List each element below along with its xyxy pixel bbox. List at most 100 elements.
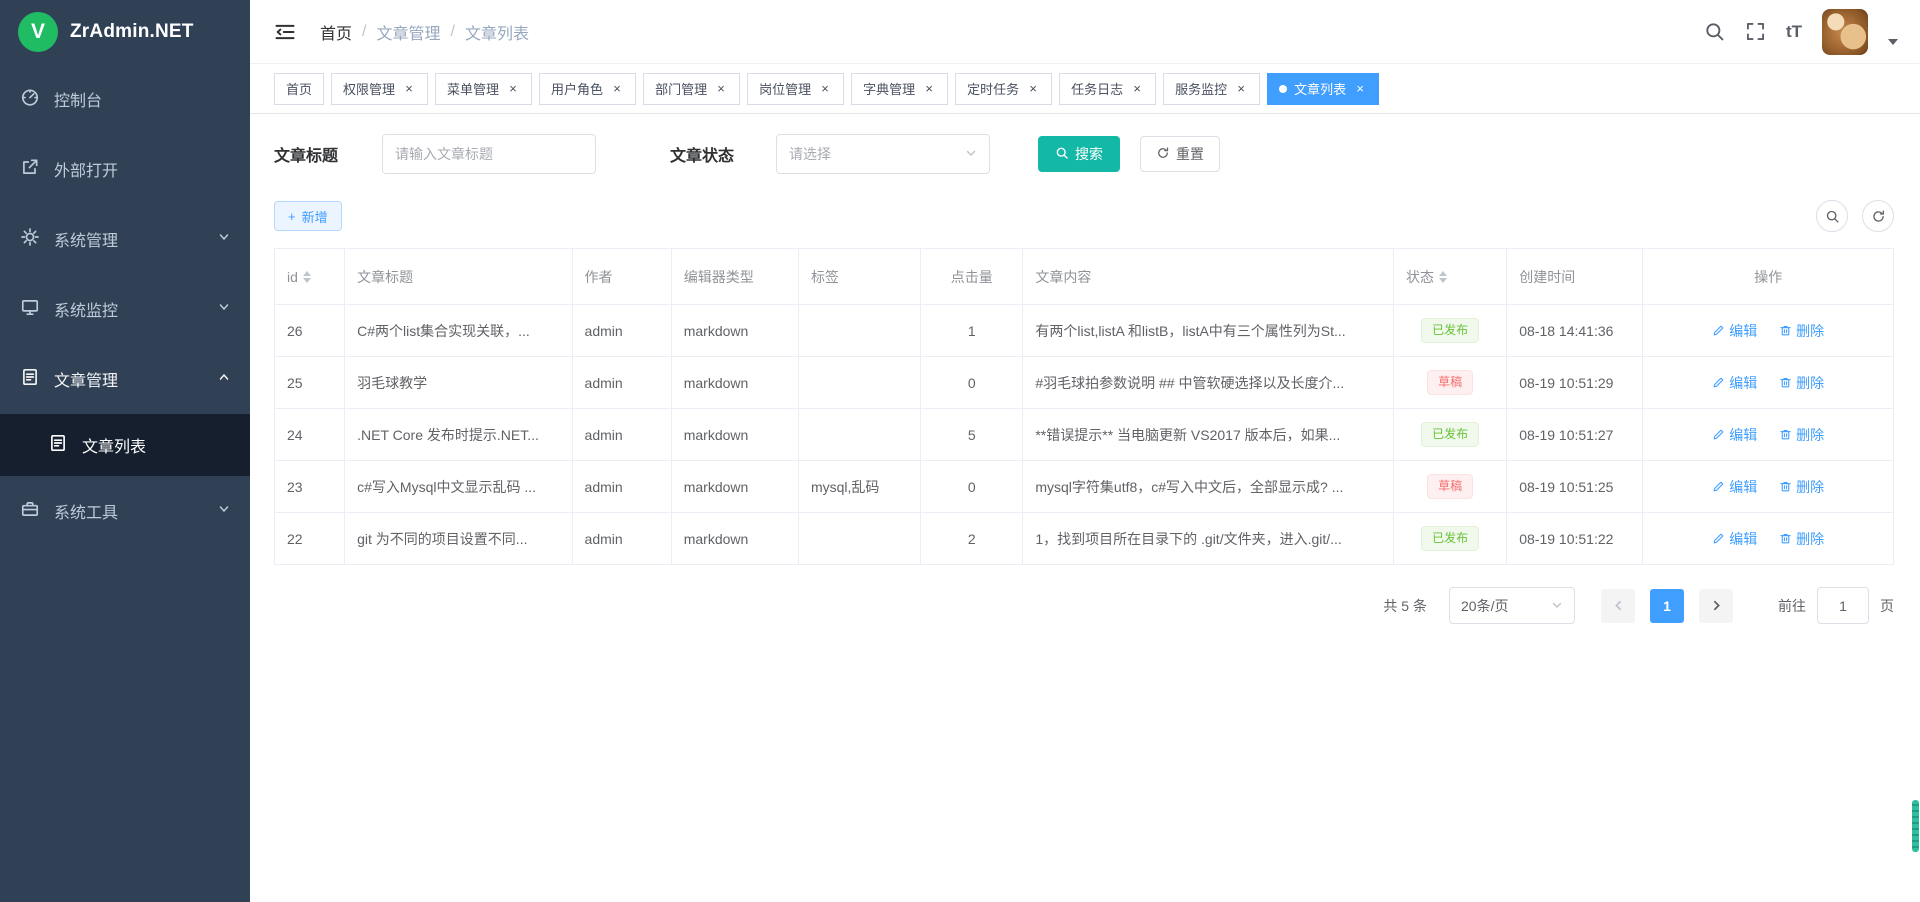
article-title-input[interactable]: [382, 134, 596, 174]
tab-user-role[interactable]: 用户角色 ×: [539, 73, 636, 105]
tab-home[interactable]: 首页: [274, 73, 324, 105]
reset-button-label: 重置: [1176, 144, 1204, 164]
toggle-search-button[interactable]: [1816, 200, 1848, 232]
toolbox-icon: [20, 499, 40, 524]
table-row: 26 C#两个list集合实现关联，... admin markdown 1 有…: [275, 305, 1894, 357]
cell-actions: 编辑 删除: [1643, 513, 1894, 565]
column-label: 作者: [585, 269, 613, 285]
refresh-icon: [1156, 146, 1170, 163]
delete-link[interactable]: 删除: [1779, 425, 1824, 445]
column-header-title: 文章标题: [345, 249, 572, 305]
sidebar-item-system-monitor[interactable]: 系统监控: [0, 274, 250, 344]
close-icon[interactable]: ×: [1130, 82, 1144, 96]
delete-link[interactable]: 删除: [1779, 477, 1824, 497]
close-icon[interactable]: ×: [1234, 82, 1248, 96]
sidebar-item-system-mgmt[interactable]: 系统管理: [0, 204, 250, 274]
edit-link[interactable]: 编辑: [1712, 321, 1757, 341]
cell-hits: 5: [921, 409, 1023, 461]
tab-scheduled-task[interactable]: 定时任务×: [955, 73, 1052, 105]
sidebar-fold-icon[interactable]: [274, 21, 296, 43]
goto-page-input[interactable]: [1817, 587, 1869, 624]
page-size-select[interactable]: 20条/页: [1449, 587, 1575, 624]
close-icon[interactable]: ×: [1026, 82, 1040, 96]
page-unit-label: 页: [1880, 596, 1894, 616]
sidebar-item-label: 文章列表: [82, 433, 146, 457]
tab-menu-mgmt[interactable]: 菜单管理×: [435, 73, 532, 105]
article-status-select[interactable]: 请选择: [776, 134, 990, 174]
column-label: 标签: [811, 269, 839, 285]
document-icon: [20, 367, 40, 392]
tab-label: 用户角色: [551, 79, 603, 98]
column-label: 操作: [1754, 269, 1782, 285]
edit-link[interactable]: 编辑: [1712, 425, 1757, 445]
delete-link[interactable]: 删除: [1779, 529, 1824, 549]
delete-link[interactable]: 删除: [1779, 321, 1824, 341]
edit-label: 编辑: [1729, 477, 1757, 497]
column-header-created: 创建时间: [1507, 249, 1643, 305]
cell-created: 08-19 10:51:25: [1507, 461, 1643, 513]
app-logo[interactable]: V ZrAdmin.NET: [0, 0, 250, 64]
close-icon[interactable]: ×: [506, 82, 520, 96]
close-icon[interactable]: ×: [1353, 82, 1367, 96]
user-avatar[interactable]: [1822, 9, 1868, 55]
tab-dict-mgmt[interactable]: 字典管理×: [851, 73, 948, 105]
breadcrumb-separator: /: [362, 23, 366, 41]
font-size-icon[interactable]: tT: [1786, 22, 1802, 42]
tab-article-list[interactable]: 文章列表×: [1267, 73, 1379, 105]
tab-permission-mgmt[interactable]: 权限管理×: [331, 73, 428, 105]
breadcrumb-article-list: 文章列表: [465, 20, 529, 44]
refresh-table-button[interactable]: [1862, 200, 1894, 232]
close-icon[interactable]: ×: [402, 82, 416, 96]
tab-service-monitor[interactable]: 服务监控×: [1163, 73, 1260, 105]
page-number-button[interactable]: 1: [1650, 589, 1684, 623]
fullscreen-icon[interactable]: [1745, 21, 1766, 42]
close-icon[interactable]: ×: [610, 82, 624, 96]
breadcrumb-article-mgmt[interactable]: 文章管理: [376, 20, 440, 44]
cell-editor: markdown: [671, 409, 798, 461]
logo-icon: V: [18, 12, 58, 52]
column-header-id[interactable]: id: [275, 249, 345, 305]
chevron-up-icon: [218, 370, 230, 388]
edit-link[interactable]: 编辑: [1712, 373, 1757, 393]
search-button[interactable]: 搜索: [1038, 136, 1120, 172]
sidebar-item-external[interactable]: 外部打开: [0, 134, 250, 204]
cell-hits: 1: [921, 305, 1023, 357]
sidebar-item-article-mgmt[interactable]: 文章管理: [0, 344, 250, 414]
column-header-status[interactable]: 状态: [1394, 249, 1507, 305]
tab-label: 部门管理: [655, 79, 707, 98]
tab-task-log[interactable]: 任务日志×: [1059, 73, 1156, 105]
cell-created: 08-18 14:41:36: [1507, 305, 1643, 357]
article-title-label: 文章标题: [274, 142, 338, 166]
close-icon[interactable]: ×: [714, 82, 728, 96]
scrollbar-thumb[interactable]: [1912, 800, 1919, 852]
table-toolbar: + 新增: [274, 200, 1894, 232]
breadcrumb-home[interactable]: 首页: [320, 20, 352, 44]
edit-link[interactable]: 编辑: [1712, 477, 1757, 497]
sidebar-item-label: 控制台: [54, 87, 102, 111]
reset-button[interactable]: 重置: [1140, 136, 1220, 172]
top-navbar: 首页 / 文章管理 / 文章列表 tT: [250, 0, 1920, 64]
chevron-down-icon: [218, 230, 230, 248]
add-button[interactable]: + 新增: [274, 201, 342, 231]
edit-link[interactable]: 编辑: [1712, 529, 1757, 549]
cell-content: 1，找到项目所在目录下的 .git/文件夹，进入.git/...: [1023, 513, 1394, 565]
delete-label: 删除: [1796, 425, 1824, 445]
tab-post-mgmt[interactable]: 岗位管理×: [747, 73, 844, 105]
user-menu-caret-icon[interactable]: [1888, 39, 1898, 45]
cell-id: 25: [275, 357, 345, 409]
sidebar-item-label: 系统工具: [54, 499, 118, 523]
cell-status: 草稿: [1394, 357, 1507, 409]
search-icon[interactable]: [1704, 21, 1725, 42]
prev-page-button[interactable]: [1601, 589, 1635, 623]
close-icon[interactable]: ×: [818, 82, 832, 96]
close-icon[interactable]: ×: [922, 82, 936, 96]
delete-link[interactable]: 删除: [1779, 373, 1824, 393]
tab-dept-mgmt[interactable]: 部门管理 ×: [643, 73, 740, 105]
sort-caret-icon: [1439, 271, 1447, 283]
cell-status: 已发布: [1394, 409, 1507, 461]
sidebar-item-console[interactable]: 控制台: [0, 64, 250, 134]
cell-hits: 0: [921, 357, 1023, 409]
sidebar-item-system-tools[interactable]: 系统工具: [0, 476, 250, 546]
next-page-button[interactable]: [1699, 589, 1733, 623]
sidebar-item-article-list[interactable]: 文章列表: [0, 414, 250, 476]
